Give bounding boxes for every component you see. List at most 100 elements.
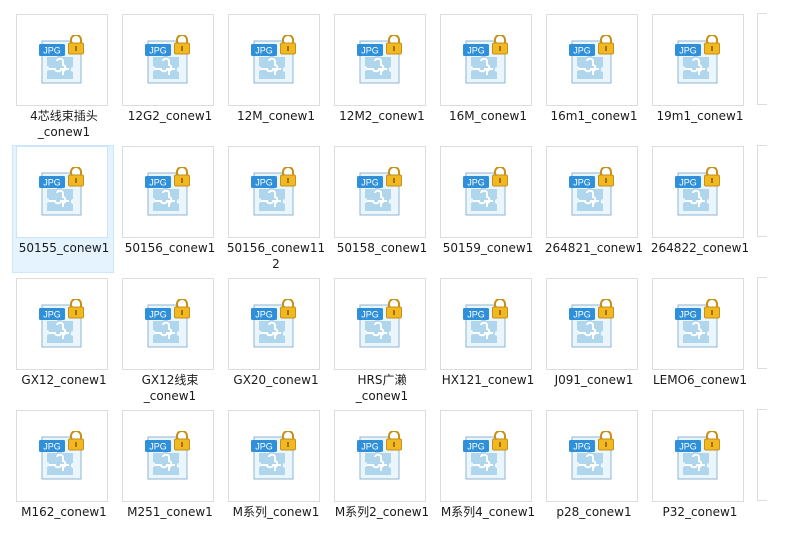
file-thumbnail[interactable]: JPG xyxy=(546,14,638,106)
file-item[interactable]: JPG GX12_conew1 xyxy=(12,277,114,405)
file-item[interactable]: JPG M系列2_conew1 xyxy=(330,409,432,537)
file-name-label: GX20_conew1 xyxy=(233,373,319,387)
file-type-badge: JPG xyxy=(149,178,167,188)
file-item[interactable]: JPG M系列4_conew1 xyxy=(436,409,538,537)
file-thumbnail[interactable]: JPG xyxy=(546,410,638,502)
jpg-file-locked-icon: JPG xyxy=(675,431,720,480)
file-thumbnail[interactable]: JPG xyxy=(334,146,426,238)
file-thumbnail[interactable]: JPG xyxy=(546,146,638,238)
jpg-file-locked-icon: JPG xyxy=(675,299,720,348)
file-item[interactable]: JPG M系列_conew1 xyxy=(224,409,326,537)
file-type-badge: JPG xyxy=(361,178,379,188)
jpg-file-locked-icon: JPG xyxy=(39,299,84,348)
file-type-badge: JPG xyxy=(679,178,697,188)
file-item[interactable]: JPG 50156_conew11 2 xyxy=(224,145,326,273)
file-thumbnail[interactable]: JPG xyxy=(440,410,532,502)
file-thumbnail[interactable]: JPG xyxy=(440,14,532,106)
file-thumbnail[interactable]: JPG xyxy=(546,278,638,370)
jpg-file-locked-icon: JPG xyxy=(251,431,296,480)
file-type-badge: JPG xyxy=(149,46,167,56)
file-thumbnail[interactable]: JPG xyxy=(122,278,214,370)
file-item[interactable]: JPG GX12线束 _conew1 xyxy=(118,277,220,405)
file-thumbnail-partial[interactable] xyxy=(757,13,767,105)
jpg-file-locked-icon: JPG xyxy=(145,167,190,216)
file-thumbnail-partial[interactable] xyxy=(757,409,767,501)
file-thumbnail[interactable]: JPG xyxy=(228,410,320,502)
file-item[interactable]: JPG 264822_conew1 xyxy=(648,145,750,273)
file-item[interactable]: JPG 50158_conew1 xyxy=(330,145,432,273)
file-item[interactable]: JPG 50155_conew1 xyxy=(12,145,114,273)
file-item[interactable]: JPG 16m1_conew1 xyxy=(542,13,644,141)
file-item[interactable]: JPG 264821_conew1 xyxy=(542,145,644,273)
file-item[interactable]: JPG 4芯线束插头 _conew1 xyxy=(12,13,114,141)
file-item[interactable]: JPG HX121_conew1 xyxy=(436,277,538,405)
file-type-badge: JPG xyxy=(255,46,273,56)
file-thumbnail[interactable]: JPG xyxy=(334,278,426,370)
file-type-badge: JPG xyxy=(255,178,273,188)
file-thumbnail-partial[interactable] xyxy=(757,145,767,237)
file-name-label: 50156_conew11 2 xyxy=(226,241,326,271)
file-thumbnail[interactable]: JPG xyxy=(228,146,320,238)
file-item[interactable]: JPG M251_conew1 xyxy=(118,409,220,537)
jpg-file-locked-icon: JPG xyxy=(675,167,720,216)
file-thumbnail[interactable]: JPG xyxy=(334,14,426,106)
jpg-file-locked-icon: JPG xyxy=(357,431,402,480)
jpg-file-locked-icon: JPG xyxy=(569,167,614,216)
file-type-badge: JPG xyxy=(43,442,61,452)
file-type-badge: JPG xyxy=(679,46,697,56)
file-name-label: GX12_conew1 xyxy=(21,373,107,387)
file-item[interactable]: JPG p28_conew1 xyxy=(542,409,644,537)
file-item[interactable]: JPG LEMO6_conew1 xyxy=(648,277,750,405)
jpg-file-locked-icon: JPG xyxy=(357,35,402,84)
jpg-file-locked-icon: JPG xyxy=(145,35,190,84)
file-name-label: M系列_conew1 xyxy=(232,505,320,519)
file-item[interactable]: JPG J091_conew1 xyxy=(542,277,644,405)
file-thumbnail[interactable]: JPG xyxy=(228,14,320,106)
jpg-file-locked-icon: JPG xyxy=(145,431,190,480)
file-item[interactable]: JPG 16M_conew1 xyxy=(436,13,538,141)
file-name-label: 12M2_conew1 xyxy=(339,109,425,123)
file-thumbnail[interactable]: JPG xyxy=(440,278,532,370)
file-item[interactable]: JPG P32_conew1 xyxy=(648,409,750,537)
file-name-label: 50156_conew1 xyxy=(124,241,216,255)
file-thumbnail[interactable]: JPG xyxy=(440,146,532,238)
file-name-label: 50159_conew1 xyxy=(442,241,534,255)
file-thumbnail[interactable]: JPG xyxy=(122,14,214,106)
file-item[interactable]: JPG M162_conew1 xyxy=(12,409,114,537)
file-name-label: 16m1_conew1 xyxy=(550,109,638,123)
file-item[interactable]: JPG 12G2_conew1 xyxy=(118,13,220,141)
file-name-label: LEMO6_conew1 xyxy=(652,373,748,387)
file-item[interactable]: JPG GX20_conew1 xyxy=(224,277,326,405)
file-thumbnail[interactable]: JPG xyxy=(16,278,108,370)
file-thumbnail-partial[interactable] xyxy=(757,277,767,369)
file-type-badge: JPG xyxy=(255,310,273,320)
jpg-file-locked-icon: JPG xyxy=(569,35,614,84)
file-item[interactable]: JPG 12M2_conew1 xyxy=(330,13,432,141)
file-name-label: HX121_conew1 xyxy=(441,373,535,387)
file-item[interactable]: JPG 50156_conew1 xyxy=(118,145,220,273)
jpg-file-locked-icon: JPG xyxy=(145,299,190,348)
file-thumbnail[interactable]: JPG xyxy=(16,146,108,238)
jpg-file-locked-icon: JPG xyxy=(251,35,296,84)
file-thumbnail[interactable]: JPG xyxy=(652,14,744,106)
file-thumbnail[interactable]: JPG xyxy=(122,410,214,502)
jpg-file-locked-icon: JPG xyxy=(39,35,84,84)
file-thumbnail[interactable]: JPG xyxy=(652,278,744,370)
file-thumbnail[interactable]: JPG xyxy=(16,410,108,502)
file-item[interactable]: JPG HRS广濑 _conew1 xyxy=(330,277,432,405)
jpg-file-locked-icon: JPG xyxy=(675,35,720,84)
file-item[interactable]: JPG 19m1_conew1 xyxy=(648,13,750,141)
file-thumbnail[interactable]: JPG xyxy=(122,146,214,238)
file-item[interactable]: JPG 12M_conew1 xyxy=(224,13,326,141)
file-thumbnail[interactable]: JPG xyxy=(652,146,744,238)
jpg-file-locked-icon: JPG xyxy=(463,167,508,216)
file-thumbnail[interactable]: JPG xyxy=(334,410,426,502)
file-thumbnail[interactable]: JPG xyxy=(652,410,744,502)
file-thumbnail[interactable]: JPG xyxy=(16,14,108,106)
file-type-badge: JPG xyxy=(43,178,61,188)
file-name-label: HRS广濑 _conew1 xyxy=(355,373,409,403)
file-type-badge: JPG xyxy=(361,310,379,320)
file-thumbnail[interactable]: JPG xyxy=(228,278,320,370)
file-name-label: 4芯线束插头 _conew1 xyxy=(30,109,98,139)
file-item[interactable]: JPG 50159_conew1 xyxy=(436,145,538,273)
